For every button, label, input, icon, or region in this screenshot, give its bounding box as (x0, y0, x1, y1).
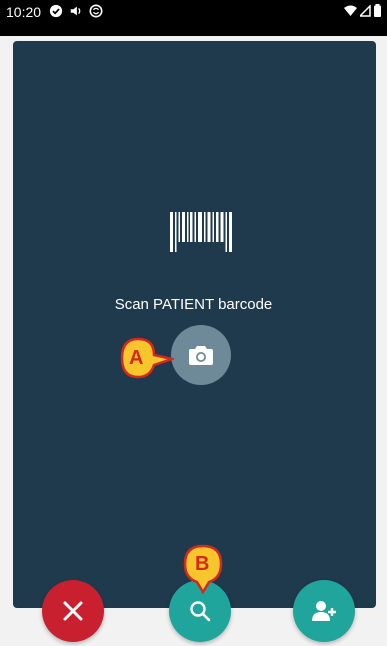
callout-a-label: A (129, 347, 144, 369)
status-icons (49, 4, 103, 18)
callout-b-label: B (195, 553, 210, 575)
camera-button[interactable] (171, 325, 231, 385)
scan-instruction: Scan PATIENT barcode (114, 296, 273, 313)
add-patient-button[interactable] (293, 580, 355, 642)
close-icon (63, 601, 83, 621)
cancel-button[interactable] (42, 580, 104, 642)
barcode-icon (170, 212, 232, 252)
add-person-icon (312, 601, 336, 621)
battery-icon (374, 4, 381, 17)
callout-a-marker (120, 337, 174, 379)
sync-circle-icon (89, 4, 103, 18)
check-circle-icon (49, 4, 63, 18)
volume-icon (70, 6, 81, 16)
status-time: 10:20 (6, 4, 42, 20)
wifi-icon (344, 5, 357, 16)
callout-b: B (179, 544, 227, 594)
search-icon (190, 601, 211, 622)
status-right-icons (344, 4, 381, 17)
cell-signal-icon (360, 4, 371, 17)
callout-a: A (118, 335, 174, 381)
status-bar: 10:20 (0, 0, 387, 36)
scan-card (13, 41, 376, 608)
camera-icon (189, 346, 213, 365)
